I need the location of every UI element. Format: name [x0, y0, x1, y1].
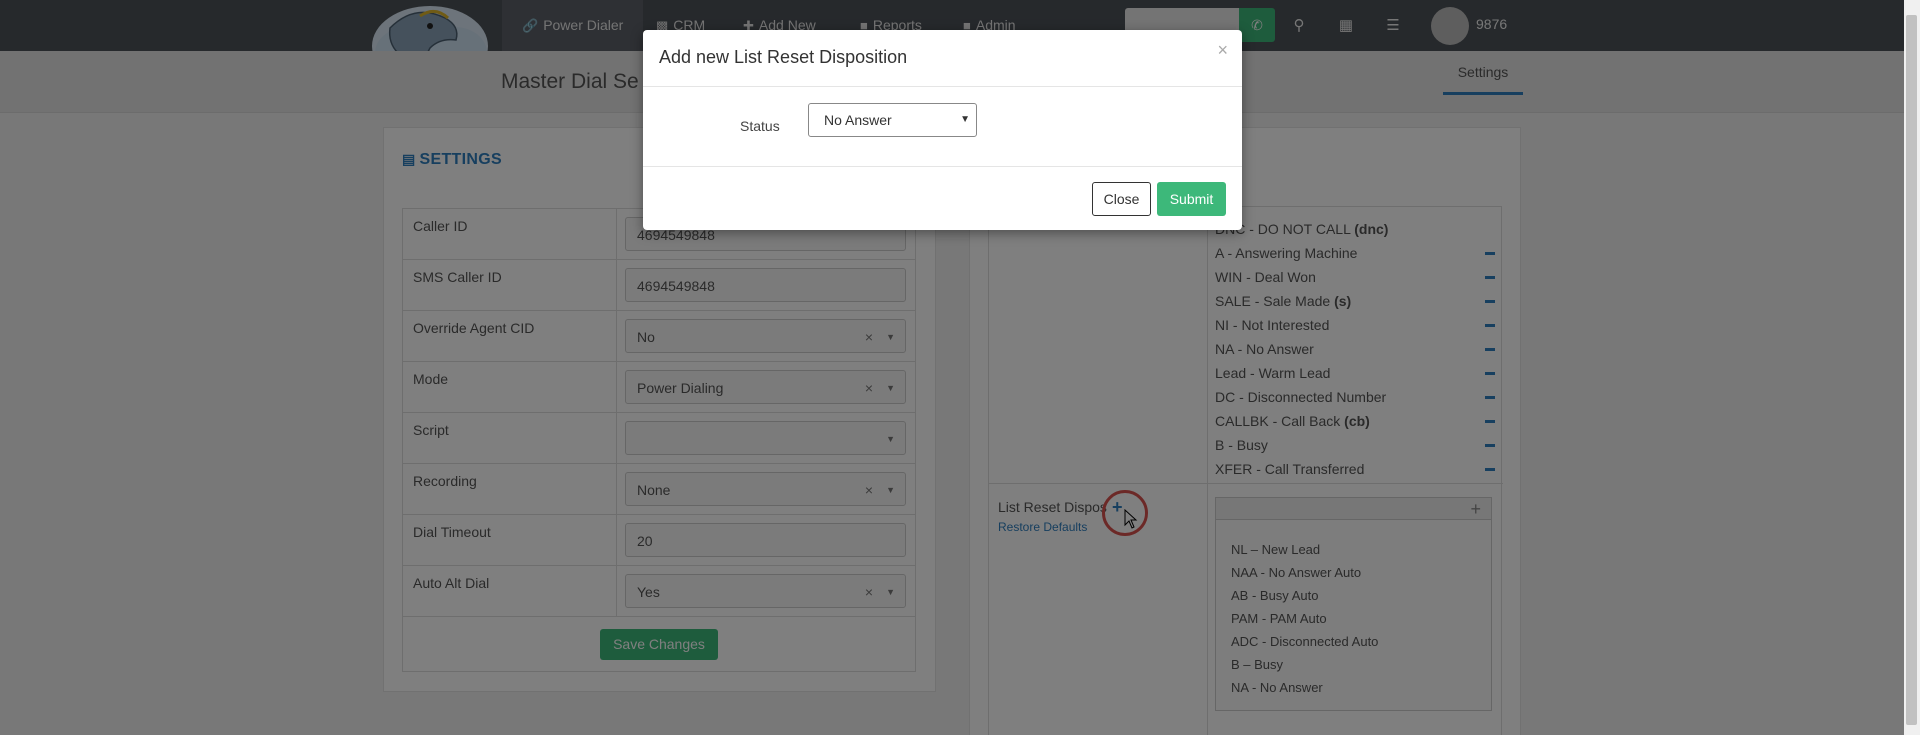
modal-body: Status No Answer ▼: [643, 87, 1242, 167]
submit-button[interactable]: Submit: [1157, 182, 1226, 216]
close-button[interactable]: Close: [1092, 182, 1151, 216]
status-label: Status: [740, 118, 780, 134]
modal-header: Add new List Reset Disposition ×: [643, 30, 1242, 87]
modal-title: Add new List Reset Disposition: [659, 47, 908, 67]
close-icon[interactable]: ×: [1217, 40, 1228, 61]
scrollbar-thumb[interactable]: [1906, 15, 1917, 725]
status-select[interactable]: No Answer ▼: [808, 103, 977, 137]
add-list-reset-modal: Add new List Reset Disposition × Status …: [643, 30, 1242, 230]
chevron-down-icon: ▼: [960, 114, 970, 125]
